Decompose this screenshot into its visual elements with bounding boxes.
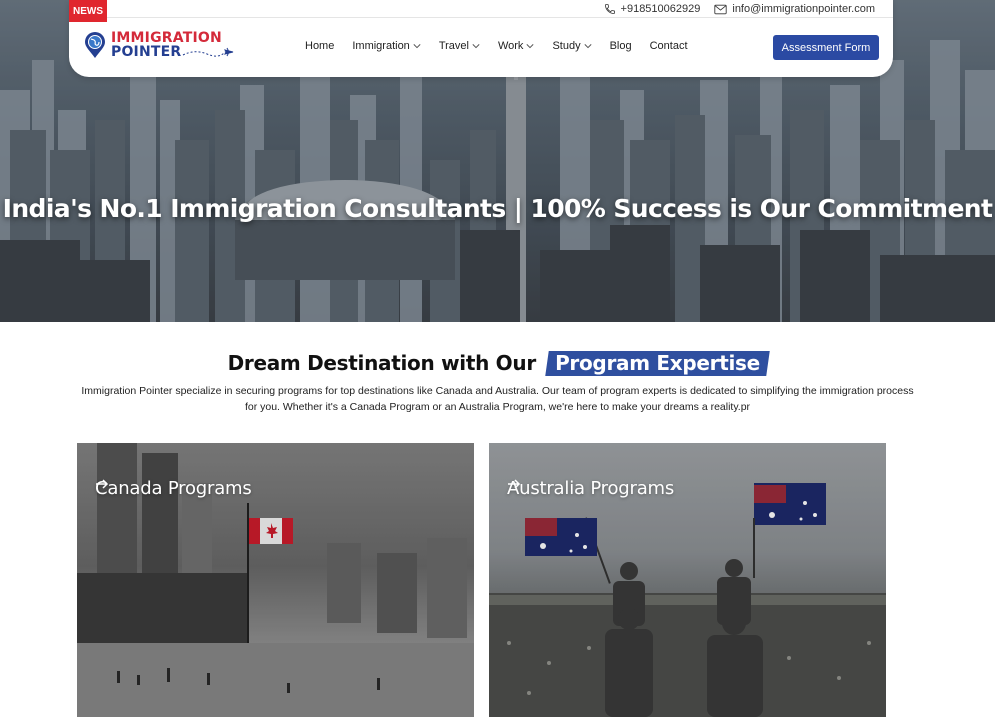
section-title: Dream Destination with Our Program Exper… — [0, 351, 995, 376]
section-title-highlight: Program Expertise — [544, 351, 770, 376]
nav-blog[interactable]: Blog — [610, 40, 632, 52]
main-nav: Home Immigration Travel Work Study Blog … — [305, 40, 706, 52]
australia-programs-link[interactable]: Australia Programs — [507, 478, 674, 499]
mail-icon — [714, 4, 727, 14]
section-title-prefix: Dream Destination with Our — [227, 351, 537, 375]
phone-contact[interactable]: +918510062929 — [604, 3, 701, 15]
nav-contact[interactable]: Contact — [650, 40, 688, 52]
phone-number: +918510062929 — [620, 3, 701, 15]
site-header: +918510062929 info@immigrationpointer.co… — [69, 0, 893, 77]
nav-immigration[interactable]: Immigration — [352, 40, 421, 52]
nav-work[interactable]: Work — [498, 40, 534, 52]
arrow-right-icon — [96, 479, 109, 489]
canada-programs-card[interactable]: Canada Programs — [77, 443, 474, 717]
nav-home[interactable]: Home — [305, 40, 334, 52]
canada-programs-link[interactable]: Canada Programs — [95, 478, 252, 499]
nav-study[interactable]: Study — [552, 40, 592, 52]
logo-line2: POINTER — [111, 44, 182, 60]
section-description: Immigration Pointer specialize in securi… — [81, 385, 914, 413]
assessment-form-button[interactable]: Assessment Form — [773, 35, 879, 60]
hero-title: India's No.1 Immigration Consultants | 1… — [2, 194, 993, 223]
topbar-divider — [107, 17, 893, 18]
chevron-down-icon — [584, 44, 592, 49]
australia-programs-card[interactable]: Australia Programs — [489, 443, 886, 717]
site-logo[interactable]: IMMIGRATION POINTER — [83, 31, 235, 59]
chevron-down-icon — [472, 44, 480, 49]
airplane-trail-icon — [183, 47, 234, 57]
arrow-right-icon — [508, 479, 521, 489]
globe-pin-icon — [85, 32, 105, 58]
nav-travel[interactable]: Travel — [439, 40, 480, 52]
logo-line1: IMMIGRATION — [111, 30, 222, 46]
chevron-down-icon — [413, 44, 421, 49]
contact-topbar: +918510062929 info@immigrationpointer.co… — [604, 3, 875, 15]
email-contact[interactable]: info@immigrationpointer.com — [714, 3, 875, 15]
chevron-down-icon — [526, 44, 534, 49]
phone-icon — [604, 4, 615, 14]
email-address: info@immigrationpointer.com — [732, 3, 875, 15]
news-tag[interactable]: NEWS — [69, 0, 107, 22]
